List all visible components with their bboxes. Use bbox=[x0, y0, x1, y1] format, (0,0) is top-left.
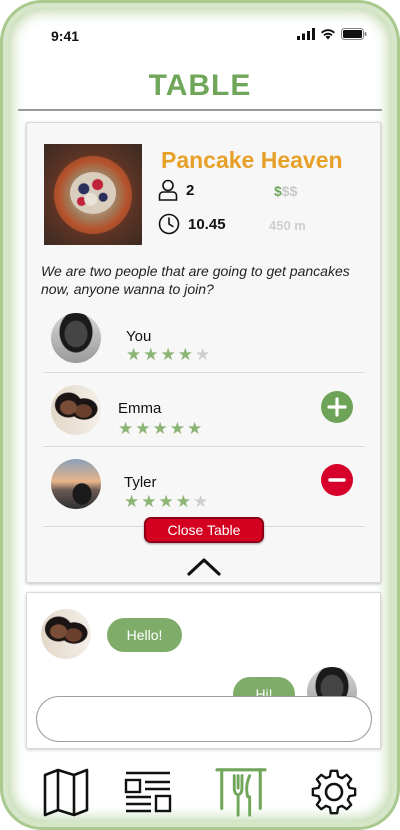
avatar bbox=[51, 385, 101, 435]
chat-panel: Hello! Hi! bbox=[26, 592, 381, 749]
battery-icon bbox=[341, 28, 367, 40]
member-rating: ★ ★ ★ ★ ★ bbox=[118, 420, 202, 437]
member-name: Emma bbox=[118, 400, 162, 417]
table-icon bbox=[215, 768, 267, 817]
time-row: 10.45 bbox=[158, 213, 226, 235]
cellular-signal-icon bbox=[297, 28, 315, 40]
distance: 450 m bbox=[269, 218, 306, 233]
star-filled-icon: ★ bbox=[158, 492, 174, 511]
status-time: 9:41 bbox=[51, 28, 80, 44]
star-filled-icon: ★ bbox=[124, 492, 140, 511]
star-filled-icon: ★ bbox=[126, 345, 142, 364]
nav-table[interactable] bbox=[215, 766, 267, 818]
star-filled-icon: ★ bbox=[118, 419, 134, 438]
remove-member-button[interactable] bbox=[321, 464, 353, 496]
chat-message-incoming: Hello! bbox=[107, 618, 182, 652]
star-filled-icon: ★ bbox=[177, 345, 193, 364]
plus-icon bbox=[327, 397, 347, 417]
star-filled-icon: ★ bbox=[160, 345, 176, 364]
people-count-row: 2 bbox=[158, 179, 194, 201]
message-input[interactable] bbox=[36, 696, 372, 742]
people-count: 2 bbox=[186, 181, 195, 199]
star-filled-icon: ★ bbox=[152, 419, 168, 438]
bottom-nav bbox=[3, 755, 397, 827]
nav-map[interactable] bbox=[40, 766, 92, 818]
star-filled-icon: ★ bbox=[141, 492, 157, 511]
title-divider bbox=[18, 109, 382, 111]
avatar bbox=[51, 313, 101, 363]
member-name: Tyler bbox=[124, 474, 157, 491]
price-level: $$$ bbox=[274, 183, 297, 199]
star-filled-icon: ★ bbox=[175, 492, 191, 511]
star-filled-icon: ★ bbox=[135, 419, 151, 438]
member-row-emma: Emma ★ ★ ★ ★ ★ bbox=[43, 373, 365, 447]
map-icon bbox=[43, 768, 89, 817]
restaurant-photo bbox=[44, 144, 142, 245]
member-row-tyler: Tyler ★ ★ ★ ★ ★ bbox=[43, 447, 365, 527]
app-title: TABLE bbox=[148, 69, 252, 102]
star-filled-icon: ★ bbox=[187, 419, 203, 438]
price-level-filled: $ bbox=[274, 183, 282, 199]
minus-icon bbox=[328, 478, 346, 482]
nav-list[interactable] bbox=[122, 766, 174, 818]
add-member-button[interactable] bbox=[321, 391, 353, 423]
gear-icon bbox=[311, 769, 357, 815]
star-empty-icon: ★ bbox=[195, 345, 211, 364]
restaurant-name[interactable]: Pancake Heaven bbox=[161, 147, 343, 174]
price-level-empty: $$ bbox=[281, 183, 298, 199]
member-name: You bbox=[126, 328, 152, 345]
star-empty-icon: ★ bbox=[193, 492, 209, 511]
table-card: Pancake Heaven 2 $$$ 10.45 450 m We are … bbox=[26, 122, 381, 583]
chevron-up-icon[interactable] bbox=[186, 555, 222, 577]
star-filled-icon: ★ bbox=[143, 345, 159, 364]
avatar bbox=[51, 459, 101, 509]
status-icons bbox=[297, 28, 367, 40]
meeting-time: 10.45 bbox=[188, 215, 226, 233]
person-icon bbox=[158, 179, 178, 201]
phone-frame: 9:41 TABLE Pancake Heaven 2 $$$ 10.45 45… bbox=[0, 0, 400, 830]
chat-avatar-emma bbox=[41, 609, 91, 659]
nav-settings[interactable] bbox=[308, 766, 360, 818]
member-rating: ★ ★ ★ ★ ★ bbox=[126, 346, 210, 363]
member-row-you: You ★ ★ ★ ★ ★ bbox=[43, 299, 365, 373]
clock-icon bbox=[158, 213, 180, 235]
list-icon bbox=[124, 771, 172, 813]
star-filled-icon: ★ bbox=[169, 419, 185, 438]
member-rating: ★ ★ ★ ★ ★ bbox=[124, 493, 208, 510]
status-bar: 9:41 bbox=[3, 3, 397, 63]
table-description: We are two people that are going to get … bbox=[41, 263, 350, 297]
wifi-icon bbox=[321, 29, 335, 40]
close-table-button[interactable]: Close Table bbox=[144, 517, 264, 543]
